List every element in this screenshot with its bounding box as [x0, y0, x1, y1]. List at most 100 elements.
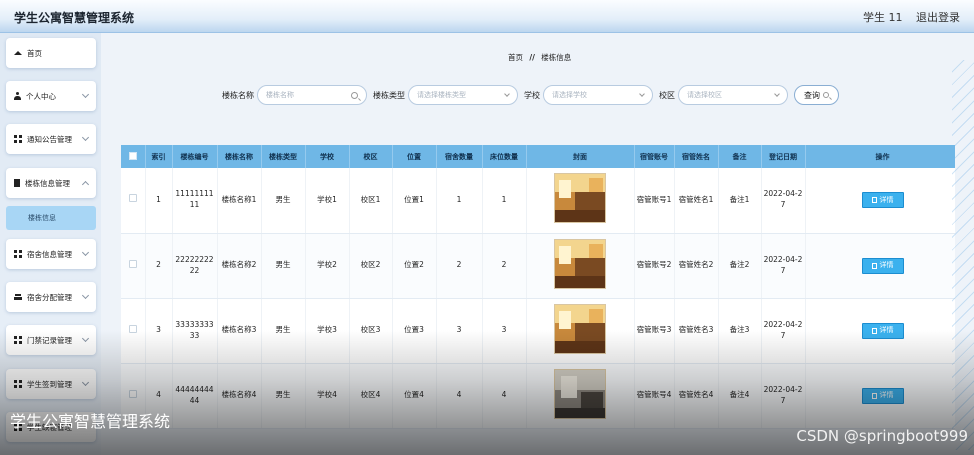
- cell-cover: [526, 298, 635, 364]
- campus-label: 校区: [659, 90, 675, 100]
- grid-icon: [14, 250, 22, 258]
- document-icon: [871, 262, 877, 269]
- cell-dorms: 3: [436, 298, 483, 364]
- cell-account: 宿管账号4: [634, 363, 675, 429]
- col-campus: 校区: [349, 145, 393, 168]
- sidebar-item-label: 宿舍分配管理: [27, 292, 72, 302]
- cell-manager: 宿管姓名2: [674, 233, 719, 299]
- query-button[interactable]: 查询: [794, 85, 839, 105]
- cell-name: 楼栋名称4: [217, 363, 262, 429]
- detail-button[interactable]: 详情: [861, 387, 904, 404]
- row-checkbox-cell[interactable]: [121, 168, 146, 234]
- logout-link[interactable]: 退出登录: [916, 11, 960, 24]
- col-index: 索引: [145, 145, 173, 168]
- col-actions: 操作: [805, 145, 955, 168]
- cell-campus: 校区1: [349, 168, 393, 234]
- detail-button[interactable]: 详情: [861, 257, 904, 274]
- detail-button[interactable]: 详情: [861, 322, 904, 339]
- col-code: 楼栋编号: [172, 145, 218, 168]
- sidebar-item-building[interactable]: 楼栋信息管理: [6, 168, 96, 198]
- col-cover: 封面: [526, 145, 635, 168]
- col-date: 登记日期: [761, 145, 806, 168]
- search-icon: [823, 92, 829, 98]
- home-icon: [14, 51, 22, 55]
- table-row: 1 1111111111 楼栋名称1 男生 学校1 校区1 位置1 1 1 宿管账号1 宿管姓名1 备…: [121, 168, 955, 234]
- chevron-down-icon: [504, 91, 510, 97]
- breadcrumb-current: 楼栋信息: [541, 53, 572, 62]
- sidebar-item-signin[interactable]: 学生签到管理: [6, 369, 96, 399]
- row-checkbox-cell[interactable]: [121, 233, 146, 299]
- grid-icon: [14, 380, 22, 388]
- cell-account: 宿管账号1: [634, 168, 675, 234]
- cell-campus: 校区2: [349, 233, 393, 299]
- campus-placeholder: 请选择校区: [687, 91, 722, 99]
- decorative-stripes: [952, 60, 974, 450]
- chevron-down-icon: [774, 91, 780, 97]
- cell-index: 2: [145, 233, 173, 299]
- cell-school: 学校4: [305, 363, 350, 429]
- detail-label: 详情: [879, 196, 894, 205]
- school-placeholder: 请选择学校: [552, 91, 587, 99]
- document-icon: [871, 392, 877, 399]
- grid-icon: [14, 336, 22, 344]
- sidebar-item-notice[interactable]: 通知公告管理: [6, 124, 96, 154]
- document-icon: [871, 327, 877, 334]
- sidebar-subitem-building-info[interactable]: 楼栋信息: [6, 206, 96, 230]
- campus-select[interactable]: 请选择校区: [678, 85, 788, 105]
- breadcrumb-home[interactable]: 首页: [508, 53, 523, 62]
- cell-manager: 宿管姓名4: [674, 363, 719, 429]
- watermark-csdn: CSDN @springboot999: [796, 427, 968, 445]
- cell-cover: [526, 363, 635, 429]
- cell-remark: 备注2: [718, 233, 762, 299]
- cell-dorms: 2: [436, 233, 483, 299]
- checkbox-icon: [128, 324, 137, 333]
- sidebar-item-access[interactable]: 门禁记录管理: [6, 325, 96, 355]
- building-type-label: 楼栋类型: [373, 90, 405, 100]
- sidebar-item-allocation[interactable]: 宿舍分配管理: [6, 282, 96, 312]
- watermark-title: 学生公寓智慧管理系统: [10, 412, 171, 431]
- building-name-input[interactable]: 楼栋名称: [257, 85, 367, 105]
- cell-actions: 详情: [805, 233, 955, 299]
- cell-remark: 备注3: [718, 298, 762, 364]
- row-checkbox-cell[interactable]: [121, 298, 146, 364]
- cell-school: 学校2: [305, 233, 350, 299]
- cell-location: 位置1: [392, 168, 437, 234]
- chevron-down-icon: [81, 248, 90, 257]
- cell-cover: [526, 233, 635, 299]
- building-icon: [14, 179, 20, 187]
- chevron-down-icon: [81, 180, 90, 189]
- search-bar: 楼栋名称 楼栋名称 楼栋类型 请选择楼栋类型 学校 请选择学校 校区 请选择校区…: [222, 84, 839, 106]
- building-name-label: 楼栋名称: [222, 90, 254, 100]
- school-select[interactable]: 请选择学校: [543, 85, 653, 105]
- cell-code: 3333333333: [172, 298, 218, 364]
- cell-index: 3: [145, 298, 173, 364]
- cell-actions: 详情: [805, 363, 955, 429]
- sidebar-item-profile[interactable]: 个人中心: [6, 81, 96, 111]
- sidebar-item-dorm[interactable]: 宿舍信息管理: [6, 239, 96, 269]
- cell-code: 1111111111: [172, 168, 218, 234]
- detail-label: 详情: [879, 391, 894, 400]
- cell-name: 楼栋名称1: [217, 168, 262, 234]
- sidebar-item-home[interactable]: 首页: [6, 38, 96, 68]
- col-location: 位置: [392, 145, 437, 168]
- detail-button[interactable]: 详情: [861, 192, 904, 209]
- cell-actions: 详情: [805, 298, 955, 364]
- cell-location: 位置3: [392, 298, 437, 364]
- cell-name: 楼栋名称2: [217, 233, 262, 299]
- sidebar-item-label: 学生签到管理: [27, 379, 72, 389]
- chevron-down-icon: [81, 90, 90, 99]
- cell-account: 宿管账号2: [634, 233, 675, 299]
- cell-code: 4444444444: [172, 363, 218, 429]
- sidebar-item-label: 通知公告管理: [27, 134, 72, 144]
- col-school: 学校: [305, 145, 350, 168]
- document-icon: [871, 197, 877, 204]
- cell-beds: 2: [482, 233, 527, 299]
- checkbox-icon: [128, 259, 137, 268]
- user-icon: [14, 92, 21, 100]
- building-type-select[interactable]: 请选择楼栋类型: [408, 85, 518, 105]
- cell-dorms: 4: [436, 363, 483, 429]
- cell-school: 学校3: [305, 298, 350, 364]
- checkbox-icon: [128, 389, 137, 398]
- bed-icon: [14, 293, 22, 301]
- select-all-checkbox[interactable]: [121, 145, 146, 168]
